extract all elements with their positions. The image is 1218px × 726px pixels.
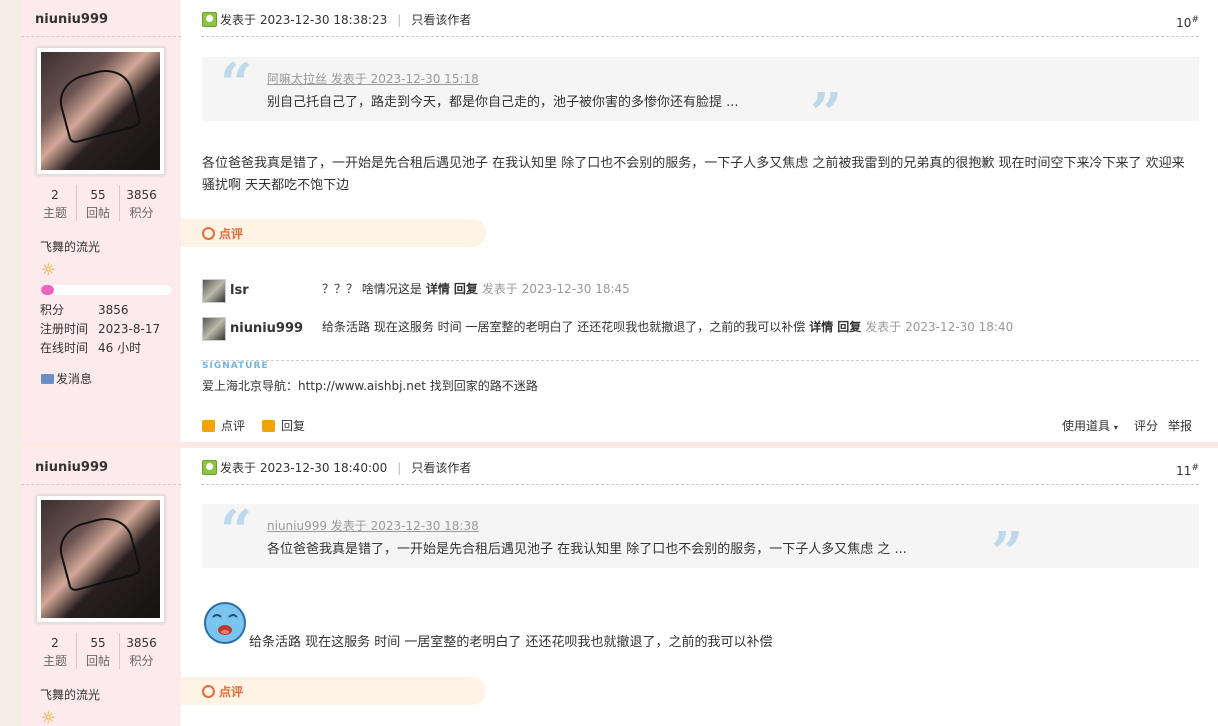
mail-icon (41, 374, 54, 384)
quote-text: 各位爸爸我真是错了，一开始是先合租后遇见池子 在我认知里 除了口也不会别的服务，… (267, 542, 907, 557)
only-author-link[interactable]: 只看该作者 (411, 461, 471, 475)
quote-author-link[interactable]: niuniu999 发表于 2023-12-30 18:38 (267, 517, 479, 534)
floor-number[interactable]: 10# (1176, 10, 1199, 33)
stat-points[interactable]: 3856 积分 (120, 185, 163, 221)
quote-author-link[interactable]: 阿嘛太拉丝 发表于 2023-12-30 15:18 (267, 70, 479, 87)
sun-icon: ☼ (41, 708, 56, 726)
signature-text[interactable]: 爱上海北京导航：http://www.aishbj.net 找到回家的路不迷路 (202, 377, 538, 394)
comment-row: niuniu999 给条活路 现在这服务 时间 一居室整的老明白了 还还花呗我也… (202, 317, 1192, 341)
user-group[interactable]: 飞舞的流光 (40, 238, 100, 255)
rate-section: 点评 (181, 677, 486, 705)
post-floor-11: niuniu999 2 主题 55 回帖 3856 积分 飞舞的流光 ☼ 发表于 20… (21, 448, 1218, 726)
floor-number[interactable]: 11# (1176, 458, 1199, 481)
sun-icon: ☼ (41, 260, 56, 279)
comment-avatar[interactable] (202, 279, 226, 303)
author-stats: 2 主题 55 回帖 3856 积分 (34, 633, 164, 669)
author-name[interactable]: niuniu999 (35, 12, 108, 27)
comment-detail-link[interactable]: 详情 (426, 282, 450, 296)
comment-row: lsr ？？？ 啥情况这是 详情 回复 发表于 2023-12-30 18:45 (202, 279, 1192, 303)
caret-down-icon: ▾ (1113, 423, 1118, 432)
post-header: 发表于 2023-12-30 18:38:23 | 只看该作者 10# (202, 10, 1199, 30)
level-progress-bar (41, 285, 171, 295)
comment-avatar[interactable] (202, 317, 226, 341)
avatar[interactable] (36, 495, 165, 623)
report-button[interactable]: 举报 (1168, 417, 1192, 435)
author-name[interactable]: niuniu999 (35, 460, 108, 475)
signature-label: SIGNATURE (202, 361, 269, 371)
score-button[interactable]: 评分 (1134, 417, 1158, 435)
online-user-icon (202, 12, 217, 27)
quote-block: “ niuniu999 发表于 2023-12-30 18:38 各位爸爸我真是… (202, 498, 1199, 586)
author-stats: 2 主题 55 回帖 3856 积分 (34, 185, 164, 221)
rate-icon (202, 420, 215, 432)
post-content: 发表于 2023-12-30 18:40:00 | 只看该作者 11# “ niun… (181, 448, 1218, 726)
reply-icon (262, 420, 275, 432)
post-body: 各位爸爸我真是错了，一开始是先合租后遇见池子 在我认知里 除了口也不会别的服务，… (202, 156, 1185, 193)
comment-text: ？？？ 啥情况这是 (322, 282, 422, 296)
sad-face-icon (204, 602, 246, 644)
post-header: 发表于 2023-12-30 18:40:00 | 只看该作者 11# (202, 458, 1199, 478)
avatar[interactable] (36, 47, 165, 175)
post-content: 发表于 2023-12-30 18:38:23 | 只看该作者 10# “ 阿嘛太拉… (181, 0, 1218, 444)
comment-text: 给条活路 现在这服务 时间 一居室整的老明白了 还还花呗我也就撤退了，之前的我可… (322, 320, 806, 334)
quote-open-icon: “ (220, 51, 253, 117)
author-sidebar: niuniu999 2 主题 55 回帖 3856 积分 飞舞的流光 ☼ 积分 3856… (21, 0, 181, 444)
divider (21, 484, 181, 485)
send-message-link[interactable]: 发消息 (41, 370, 92, 387)
quote-close-icon: ” (810, 81, 843, 147)
stat-threads[interactable]: 2 主题 (34, 185, 77, 221)
comment-date: 发表于 2023-12-30 18:40 (865, 320, 1014, 334)
comment-detail-link[interactable]: 详情 (809, 320, 833, 334)
post-body: 给条活路 现在这服务 时间 一居室整的老明白了 还还花呗我也就撤退了，之前的我可… (249, 635, 773, 650)
comment-reply-link[interactable]: 回复 (837, 320, 861, 334)
reply-button[interactable]: 回复 (262, 417, 305, 435)
stat-replies[interactable]: 55 回帖 (77, 185, 120, 221)
tools-dropdown[interactable]: 使用道具 ▾ (1062, 417, 1118, 437)
comment-author[interactable]: lsr (230, 279, 249, 303)
divider (21, 36, 181, 37)
online-user-icon (202, 460, 217, 475)
comment-reply-link[interactable]: 回复 (454, 282, 478, 296)
post-actions: 点评 回复 使用道具 ▾ 评分 举报 (202, 417, 1199, 435)
post-floor-10: niuniu999 2 主题 55 回帖 3856 积分 飞舞的流光 ☼ 积分 3856… (21, 0, 1218, 444)
author-info: 积分 3856 注册时间 2023-8-17 在线时间 46 小时 (40, 303, 161, 355)
comment-date: 发表于 2023-12-30 18:45 (481, 282, 630, 296)
rate-button[interactable]: 点评 (202, 417, 245, 435)
thread-container: niuniu999 2 主题 55 回帖 3856 积分 飞舞的流光 ☼ 积分 3856… (21, 0, 1218, 726)
stat-points[interactable]: 3856 积分 (120, 633, 163, 669)
quote-close-icon: ” (991, 520, 1024, 586)
rate-label: 点评 (202, 683, 243, 700)
stat-threads[interactable]: 2 主题 (34, 633, 77, 669)
post-date: 发表于 2023-12-30 18:38:23 (220, 13, 388, 27)
quote-text: 别自己托自己了，路走到今天，都是你自己走的，池子被你害的多惨你还有脸提 ... (267, 95, 739, 110)
user-group[interactable]: 飞舞的流光 (40, 686, 100, 703)
author-sidebar: niuniu999 2 主题 55 回帖 3856 积分 飞舞的流光 ☼ (21, 448, 181, 726)
stat-replies[interactable]: 55 回帖 (77, 633, 120, 669)
quote-open-icon: “ (220, 498, 253, 564)
post-date: 发表于 2023-12-30 18:40:00 (220, 461, 388, 475)
comment-author[interactable]: niuniu999 (230, 317, 303, 341)
only-author-link[interactable]: 只看该作者 (411, 13, 471, 27)
quote-block: “ 阿嘛太拉丝 发表于 2023-12-30 15:18 别自己托自己了，路走到… (202, 51, 1199, 147)
rate-section: 点评 (181, 219, 486, 247)
rate-label: 点评 (202, 225, 243, 242)
